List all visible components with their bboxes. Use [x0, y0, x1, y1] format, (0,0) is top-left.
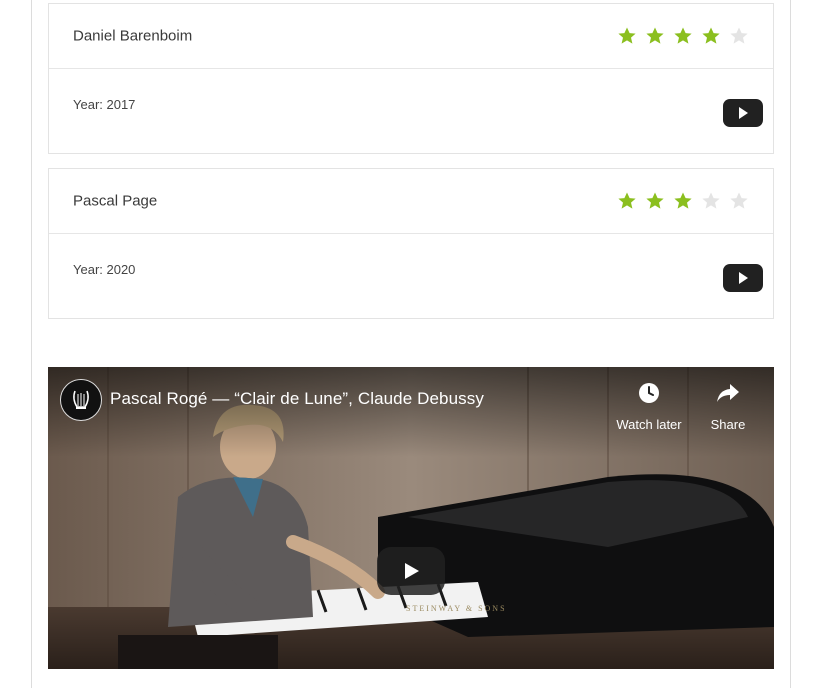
video-play-button[interactable] — [377, 547, 445, 595]
video-title[interactable]: Pascal Rogé — “Clair de Lune”, Claude De… — [110, 389, 484, 409]
youtube-play-button[interactable] — [723, 99, 763, 127]
watch-later-button[interactable]: Watch later — [604, 379, 694, 432]
star-filled-icon — [702, 27, 720, 44]
card-header: Pascal Page — [49, 169, 773, 234]
card-body: Year: 2020 — [49, 234, 773, 318]
share-icon — [717, 384, 739, 402]
artist-card: Pascal Page Year: 2020 — [48, 168, 774, 319]
star-filled-icon — [646, 27, 664, 44]
star-filled-icon — [618, 192, 636, 209]
recording-year: Year: 2017 — [73, 97, 136, 112]
artist-name: Daniel Barenboim — [73, 27, 193, 45]
star-rating — [609, 26, 749, 46]
star-empty-icon — [702, 192, 720, 209]
piano-brand: STEINWAY & SONS — [406, 604, 507, 613]
star-filled-icon — [674, 27, 692, 44]
card-body: Year: 2017 — [49, 69, 773, 153]
star-filled-icon — [674, 192, 692, 209]
embedded-video-player[interactable]: STEINWAY & SONS Pascal Rogé — “Clair de … — [48, 367, 774, 669]
lyre-logo-icon — [73, 390, 89, 409]
recording-year: Year: 2020 — [73, 262, 136, 277]
artist-name: Pascal Page — [73, 192, 158, 210]
share-label: Share — [710, 417, 746, 432]
play-icon — [405, 563, 419, 579]
star-filled-icon — [618, 27, 636, 44]
play-icon — [739, 107, 748, 119]
watch-later-label: Watch later — [616, 417, 682, 432]
youtube-play-button[interactable] — [723, 264, 763, 292]
channel-logo[interactable] — [60, 379, 102, 421]
star-filled-icon — [646, 192, 664, 209]
artist-card: Daniel Barenboim Year: 2017 — [48, 3, 774, 154]
card-header: Daniel Barenboim — [49, 4, 773, 69]
star-rating — [609, 191, 749, 211]
play-icon — [739, 272, 748, 284]
star-empty-icon — [730, 192, 748, 209]
star-empty-icon — [730, 27, 748, 44]
clock-icon — [639, 383, 659, 403]
share-button[interactable]: Share — [683, 379, 773, 432]
